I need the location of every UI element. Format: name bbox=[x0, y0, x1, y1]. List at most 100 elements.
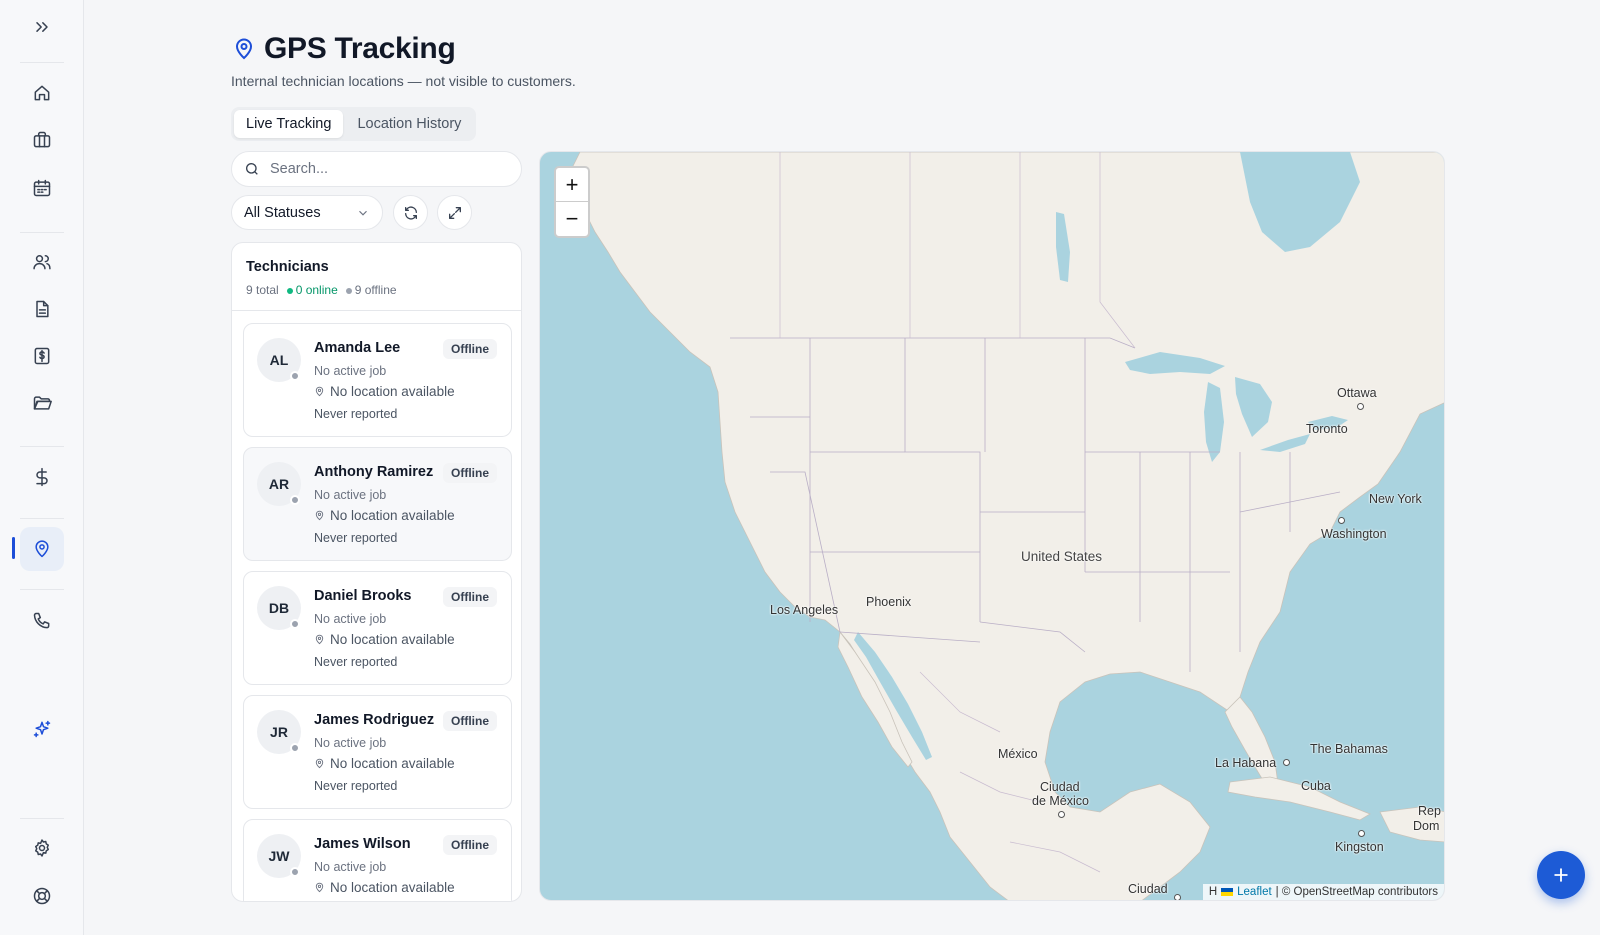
sidebar-item-estimates[interactable] bbox=[20, 287, 64, 331]
sidebar-item-settings[interactable] bbox=[20, 826, 64, 870]
status-dot bbox=[290, 867, 300, 877]
map-label-cuba: Cuba bbox=[1301, 779, 1331, 793]
sidebar-item-jobs[interactable] bbox=[20, 118, 64, 162]
status-filter-select[interactable]: All Statuses bbox=[231, 195, 383, 230]
home-icon bbox=[34, 85, 50, 101]
sidebar-item-support[interactable] bbox=[20, 874, 64, 918]
map-label-ciudad: Ciudad bbox=[1128, 882, 1168, 896]
status-dot bbox=[290, 495, 300, 505]
technician-card[interactable]: DB Daniel Brooks Offline No active job N… bbox=[243, 571, 512, 685]
page-title: GPS Tracking bbox=[264, 32, 456, 65]
map-label-rep: Rep bbox=[1418, 804, 1441, 818]
last-reported: Never reported bbox=[314, 531, 398, 545]
expand-sidebar-button[interactable] bbox=[20, 5, 64, 49]
technicians-stats: 9 total 0 online 9 offline bbox=[246, 283, 507, 297]
tab-live-tracking[interactable]: Live Tracking bbox=[234, 110, 344, 138]
zoom-in-button[interactable]: + bbox=[556, 168, 588, 202]
sidebar-divider bbox=[20, 518, 64, 519]
map-pin-icon bbox=[35, 540, 49, 558]
technician-card[interactable]: JW James Wilson Offline No active job No… bbox=[243, 819, 512, 901]
city-marker bbox=[1283, 759, 1290, 766]
city-marker bbox=[1174, 894, 1181, 900]
phone-icon bbox=[33, 612, 50, 629]
map-pin-icon bbox=[315, 634, 324, 645]
sidebar-item-payments[interactable] bbox=[20, 455, 64, 499]
leaflet-link[interactable]: Leaflet bbox=[1237, 886, 1272, 898]
sparkles-icon bbox=[33, 720, 51, 738]
sidebar-item-phone[interactable] bbox=[20, 599, 64, 643]
plus-icon bbox=[1554, 868, 1568, 882]
folder-icon bbox=[33, 396, 52, 410]
technician-name: Anthony Ramirez bbox=[314, 464, 434, 480]
city-marker bbox=[1058, 811, 1065, 818]
total-count: 9 total bbox=[246, 283, 279, 297]
map-label-de-mexico: de México bbox=[1032, 794, 1089, 808]
online-count: 0 online bbox=[295, 283, 338, 297]
refresh-icon bbox=[404, 205, 417, 220]
sidebar-item-customers[interactable] bbox=[20, 240, 64, 284]
status-badge: Offline bbox=[443, 711, 497, 731]
technician-card[interactable]: AL Amanda Lee Offline No active job No l… bbox=[243, 323, 512, 437]
status-filter-value: All Statuses bbox=[244, 204, 321, 221]
map[interactable]: + − Ottawa Toronto New York Washington U… bbox=[539, 151, 1445, 901]
technician-job: No active job bbox=[314, 488, 387, 502]
sidebar bbox=[0, 0, 84, 935]
sidebar-item-calendar[interactable] bbox=[20, 166, 64, 210]
location-text: No location available bbox=[330, 632, 455, 647]
avatar: JW bbox=[257, 834, 301, 878]
osm-attribution: | © OpenStreetMap contributors bbox=[1275, 886, 1438, 898]
location-text: No location available bbox=[330, 384, 455, 399]
map-attribution: H Leaflet | © OpenStreetMap contributors bbox=[1202, 884, 1444, 900]
map-pin-icon bbox=[315, 510, 324, 521]
view-tabs: Live Tracking Location History bbox=[231, 107, 477, 141]
online-count-wrap: 0 online bbox=[286, 283, 338, 297]
technician-card[interactable]: JR James Rodriguez Offline No active job… bbox=[243, 695, 512, 809]
sidebar-divider bbox=[20, 232, 64, 233]
offline-dot bbox=[345, 287, 352, 294]
ukraine-flag-icon bbox=[1221, 888, 1234, 896]
map-label-washington: Washington bbox=[1321, 527, 1387, 541]
zoom-out-button[interactable]: − bbox=[556, 202, 588, 236]
technician-card[interactable]: AR Anthony Ramirez Offline No active job… bbox=[243, 447, 512, 561]
city-marker bbox=[1357, 403, 1364, 410]
location-text: No location available bbox=[330, 756, 455, 771]
sidebar-item-invoices[interactable] bbox=[20, 334, 64, 378]
technician-location: No location available bbox=[314, 384, 455, 399]
search-input[interactable] bbox=[270, 161, 490, 177]
chevrons-right-icon bbox=[36, 22, 48, 32]
sidebar-item-files[interactable] bbox=[20, 381, 64, 425]
map-label-new-york: New York bbox=[1369, 492, 1422, 506]
avatar: DB bbox=[257, 586, 301, 630]
technician-job: No active job bbox=[314, 860, 387, 874]
avatar: JR bbox=[257, 710, 301, 754]
technician-name: James Rodriguez bbox=[314, 712, 435, 728]
last-reported: Never reported bbox=[314, 779, 398, 793]
map-label-ciudad-mexico: Ciudad bbox=[1040, 780, 1080, 794]
status-badge: Offline bbox=[443, 587, 497, 607]
page-subtitle: Internal technician locations — not visi… bbox=[231, 73, 576, 89]
sidebar-item-ai-assistant[interactable] bbox=[20, 707, 64, 751]
map-pin-icon bbox=[315, 882, 324, 893]
technicians-panel: Technicians 9 total 0 online 9 offline A… bbox=[231, 242, 522, 902]
map-pin-icon bbox=[235, 38, 253, 60]
technician-location: No location available bbox=[314, 508, 455, 523]
sidebar-item-home[interactable] bbox=[20, 71, 64, 115]
tab-location-history[interactable]: Location History bbox=[345, 110, 473, 138]
status-badge: Offline bbox=[443, 463, 497, 483]
location-text: No location available bbox=[330, 880, 455, 895]
sidebar-item-gps-tracking[interactable] bbox=[20, 527, 64, 571]
city-marker bbox=[1358, 830, 1365, 837]
sidebar-divider bbox=[20, 62, 64, 63]
add-button[interactable] bbox=[1537, 851, 1585, 899]
fullscreen-button[interactable] bbox=[437, 195, 472, 230]
map-pin-icon bbox=[315, 758, 324, 769]
technician-job: No active job bbox=[314, 612, 387, 626]
technician-name: Daniel Brooks bbox=[314, 588, 412, 604]
document-icon bbox=[36, 300, 49, 318]
refresh-button[interactable] bbox=[393, 195, 428, 230]
zoom-control: + − bbox=[554, 166, 590, 238]
expand-icon bbox=[448, 206, 461, 219]
chevron-down-icon bbox=[359, 210, 367, 216]
search-box bbox=[231, 151, 522, 187]
sidebar-divider bbox=[20, 818, 64, 819]
